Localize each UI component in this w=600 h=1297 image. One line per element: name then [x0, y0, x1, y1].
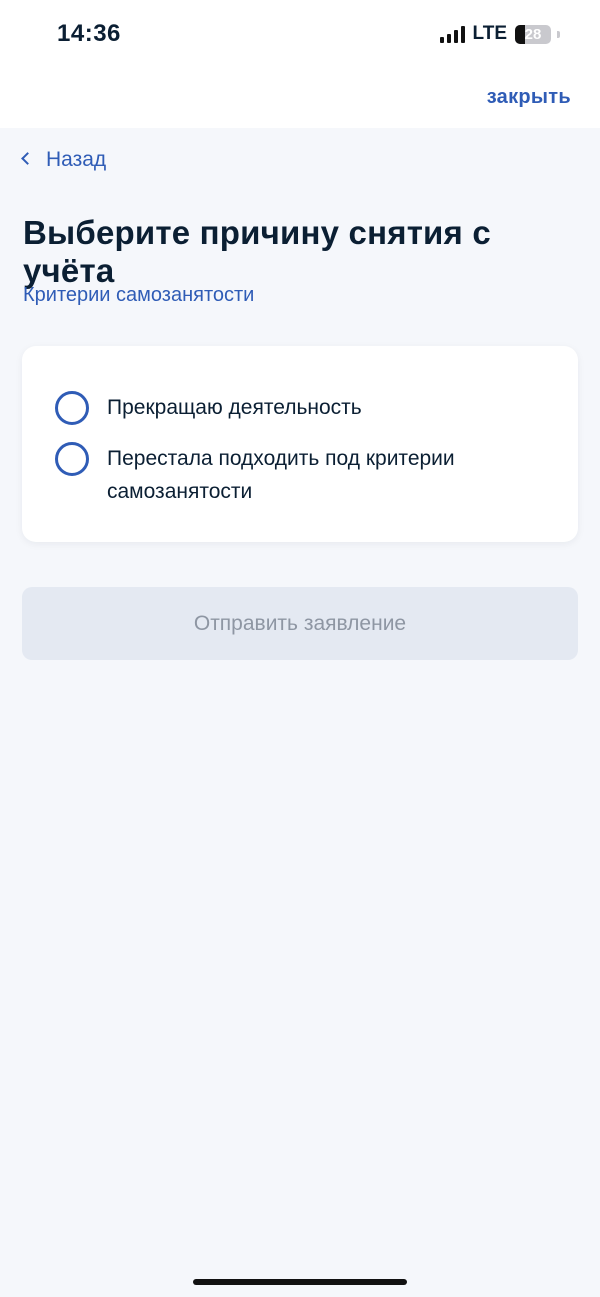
signal-icon	[439, 25, 465, 43]
network-type: LTE	[472, 23, 507, 44]
submit-application-button[interactable]: Отправить заявление	[22, 587, 578, 660]
status-time: 14:36	[57, 20, 121, 47]
radio-option-label: Прекращаю деятельность	[107, 396, 362, 419]
chevron-left-icon	[21, 152, 34, 165]
close-button[interactable]: закрыть	[487, 86, 571, 109]
page-title: Выберите причину снятия с учёта	[23, 214, 491, 289]
radio-option-stop-activity[interactable]: Прекращаю деятельность	[55, 391, 527, 425]
battery-cap	[557, 30, 560, 38]
status-bar: 14:36 LTE 28	[0, 0, 600, 70]
radio-button[interactable]	[55, 442, 89, 476]
radio-button[interactable]	[55, 391, 89, 425]
status-indicators: LTE 28	[439, 22, 560, 46]
reason-options-card: Прекращаю деятельность Перестала подходи…	[22, 346, 578, 542]
home-indicator[interactable]	[193, 1279, 407, 1285]
battery-icon: 28	[515, 24, 551, 44]
back-button[interactable]: Назад	[21, 148, 107, 172]
battery-percent: 28	[524, 25, 542, 43]
top-bar: закрыть	[0, 70, 600, 128]
back-label: Назад	[46, 148, 107, 171]
radio-option-not-meeting-criteria[interactable]: Перестала подходить под критерии самозан…	[55, 442, 527, 508]
criteria-link[interactable]: Критерии самозанятости	[23, 284, 254, 307]
radio-option-label: Перестала подходить под критерии самозан…	[107, 447, 455, 503]
